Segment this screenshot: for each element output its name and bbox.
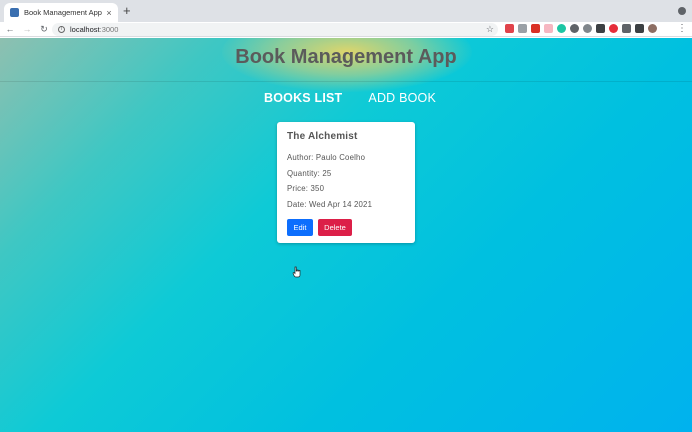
- edit-button[interactable]: Edit: [287, 219, 313, 236]
- back-arrow-icon[interactable]: ←: [3, 22, 17, 36]
- book-date: Date: Wed Apr 14 2021: [287, 199, 373, 209]
- browser-tab[interactable]: Book Management App ×: [4, 3, 118, 22]
- address-bar[interactable]: i localhost:3000 ☆: [52, 23, 498, 36]
- extension-icon[interactable]: [505, 24, 514, 33]
- nav-add-book[interactable]: ADD BOOK: [368, 91, 436, 105]
- extensions-bar: [505, 24, 657, 33]
- reload-icon[interactable]: ↻: [37, 22, 51, 36]
- book-author: Author: Paulo Coelho: [287, 153, 366, 162]
- new-tab-button[interactable]: +: [123, 3, 131, 19]
- extension-icon[interactable]: [518, 24, 527, 33]
- extension-icon[interactable]: [609, 24, 618, 33]
- extension-icon[interactable]: [596, 24, 605, 33]
- puzzle-icon[interactable]: [622, 24, 631, 33]
- avatar[interactable]: [648, 24, 657, 33]
- delete-button[interactable]: Delete: [318, 219, 352, 236]
- book-quantity: Quantity: 25: [287, 168, 332, 178]
- star-icon[interactable]: ☆: [486, 23, 494, 36]
- url-text: localhost:3000: [70, 25, 119, 34]
- window-control-icon[interactable]: [678, 7, 686, 15]
- app-title: Book Management App: [235, 46, 457, 68]
- forward-arrow-icon[interactable]: →: [20, 22, 34, 36]
- header-divider: [0, 81, 692, 82]
- extension-icon[interactable]: [557, 24, 566, 33]
- card-actions: Edit Delete: [287, 219, 405, 236]
- extension-icon[interactable]: [570, 24, 579, 33]
- book-title: The Alchemist: [287, 131, 358, 142]
- extension-icon[interactable]: [544, 24, 553, 33]
- page-content: Book Management App BOOKS LIST ADD BOOK …: [0, 38, 692, 432]
- book-price: Price: 350: [287, 184, 325, 193]
- extension-icon[interactable]: [583, 24, 592, 33]
- nav-books-list[interactable]: BOOKS LIST: [264, 91, 342, 105]
- main-nav: BOOKS LIST ADD BOOK: [264, 91, 436, 105]
- browser-toolbar: ← → ↻ i localhost:3000 ☆ ⋮: [0, 22, 692, 37]
- book-card: The Alchemist Author: Paulo Coelho Quant…: [277, 122, 415, 243]
- browser-tabstrip: Book Management App × +: [0, 0, 692, 22]
- hand-cursor-icon: [292, 266, 301, 278]
- info-icon[interactable]: i: [58, 26, 65, 33]
- favicon-icon: [10, 8, 19, 17]
- extension-icon[interactable]: [635, 24, 644, 33]
- tab-title: Book Management App: [24, 8, 102, 17]
- tab-close-icon[interactable]: ×: [104, 8, 114, 18]
- extension-icon[interactable]: [531, 24, 540, 33]
- menu-dots-icon[interactable]: ⋮: [677, 23, 687, 35]
